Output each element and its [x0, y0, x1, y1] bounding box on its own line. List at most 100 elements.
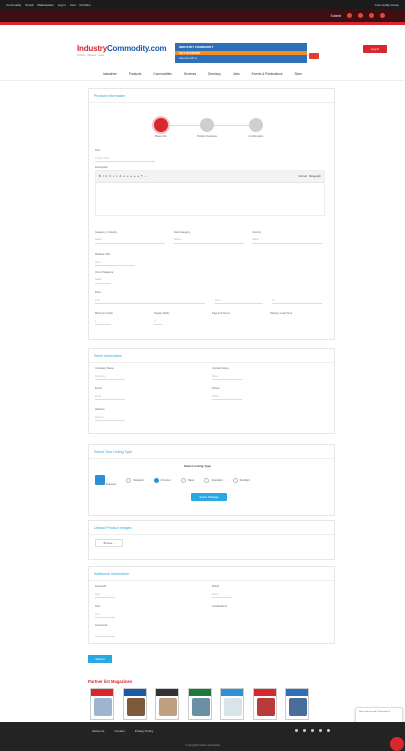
instagram-icon[interactable] [327, 729, 330, 732]
linkedin-icon[interactable] [369, 13, 374, 18]
listing-option-spotlight[interactable]: Spotlight [232, 477, 250, 483]
price-to-input[interactable]: To [272, 298, 322, 304]
title-input[interactable]: Product name [95, 156, 155, 162]
justify-button[interactable]: ≡ [134, 175, 136, 178]
country-select[interactable]: Select... [252, 238, 322, 244]
chat-icon[interactable] [390, 737, 404, 751]
listing-option-premium[interactable]: Premium [153, 477, 171, 483]
youtube-icon[interactable] [319, 729, 322, 732]
align-right-button[interactable]: ≡ [130, 175, 132, 178]
subscript-button[interactable]: x [113, 175, 114, 178]
ad-banner[interactable]: INDUSTRY COMMODITY GET STARTED Advertise… [175, 43, 307, 63]
supply-input[interactable]: 0 [154, 319, 162, 325]
contact-input[interactable]: Name [212, 374, 242, 380]
magazine-cover[interactable] [90, 688, 114, 720]
step-2-indicator[interactable] [200, 118, 214, 132]
italic-button[interactable]: I [103, 175, 104, 178]
paragraph-dropdown[interactable]: Paragraph [309, 175, 321, 178]
nav-item-services[interactable]: Services [184, 72, 196, 76]
company-input[interactable]: Company [95, 374, 125, 380]
submit-button[interactable]: Submit [88, 655, 112, 663]
cover-photo [159, 698, 177, 716]
more-button[interactable]: ⋯ [144, 175, 147, 178]
select-package-button[interactable]: Select Package [191, 493, 227, 501]
align-left-button[interactable]: ≡ [123, 175, 125, 178]
tab-item-1[interactable]: Social [25, 3, 33, 7]
nav-item-events[interactable]: Events & Publications [252, 72, 283, 76]
listing-option-standard[interactable]: Standard [126, 477, 144, 483]
nav-item-store[interactable]: Store [294, 72, 302, 76]
magazine-cover[interactable] [252, 688, 277, 720]
magazine-cover[interactable] [122, 688, 147, 720]
website-input[interactable]: http:// [95, 260, 135, 266]
browse-files-button[interactable]: Browse... [95, 539, 123, 547]
underline-button[interactable]: U [105, 175, 107, 178]
brand-input[interactable]: Brand [212, 592, 232, 598]
top-bar: Commodity Social Marketplace Log in Cart… [0, 0, 405, 22]
footer-link-about[interactable]: About Us [92, 729, 104, 733]
tab-item-4[interactable]: Cart [70, 3, 76, 7]
login-button[interactable]: Log In [363, 45, 387, 53]
group-label[interactable]: Commodity Group [375, 3, 399, 7]
min-order-input[interactable]: 0 [95, 319, 111, 325]
tab-item-5[interactable]: Portfolio [80, 3, 91, 7]
listing-option-featured[interactable]: Featured [95, 474, 116, 486]
magazine-cover[interactable] [285, 688, 309, 720]
banner-line-2: GET STARTED [179, 51, 200, 55]
format-dropdown[interactable]: Format [299, 175, 307, 178]
nav-item-jobs[interactable]: Jobs [233, 72, 240, 76]
comments-input[interactable] [95, 631, 115, 637]
cover-masthead [123, 689, 146, 696]
contact-label: Contact Name [212, 367, 229, 370]
divider [89, 362, 334, 363]
twitter-icon[interactable] [358, 13, 363, 18]
step-2-label: Product Features [197, 135, 217, 138]
site-logo[interactable]: IndustryCommodity.com [77, 44, 167, 53]
magazine-cover[interactable] [155, 688, 179, 720]
step-3-indicator[interactable] [249, 118, 263, 132]
tab-item-3[interactable]: Log in [58, 3, 66, 7]
step-1-indicator[interactable] [154, 118, 168, 132]
cover-masthead [156, 689, 178, 696]
price-input[interactable]: 0.00 [95, 298, 205, 304]
listing-option-classified[interactable]: Classified [204, 477, 223, 483]
align-center-button[interactable]: ≡ [127, 175, 129, 178]
subcategory-label: Sub-Category [174, 231, 191, 234]
footer-link-privacy[interactable]: Privacy Policy [135, 729, 154, 733]
address-input[interactable]: Address [95, 415, 125, 421]
facebook-icon[interactable] [347, 13, 352, 18]
bold-button[interactable]: B [99, 175, 101, 178]
tab-item-0[interactable]: Commodity [6, 3, 21, 7]
facebook-icon[interactable] [295, 729, 298, 732]
listing-option-basic[interactable]: Basic [181, 477, 194, 483]
paragraph-button[interactable]: ¶ [141, 175, 142, 178]
twitter-icon[interactable] [303, 729, 306, 732]
email-input[interactable]: Email [95, 394, 125, 400]
description-editor[interactable]: B I U S x x A ≡ ≡ ≡ ≡ ≡ ¶ ⋯ Format Parag… [95, 170, 325, 216]
magazine-cover[interactable] [187, 688, 212, 720]
nav-item-commodities[interactable]: Commodities [153, 72, 172, 76]
tab-item-2[interactable]: Marketplace [37, 3, 53, 7]
superscript-button[interactable]: x [116, 175, 117, 178]
phone-input[interactable]: Phone [212, 394, 242, 400]
footer-link-contact[interactable]: Contact [114, 729, 124, 733]
nav-item-directory[interactable]: Directory [208, 72, 221, 76]
nav-item-products[interactable]: Products [129, 72, 142, 76]
strike-button[interactable]: S [109, 175, 111, 178]
youtube-icon[interactable] [380, 13, 385, 18]
magazine-cover[interactable] [220, 688, 244, 720]
category-select[interactable]: Select... [95, 238, 165, 244]
sku-input[interactable]: SKU [95, 612, 115, 618]
logo-tagline: Industry · Markets · News [77, 54, 105, 57]
units-select[interactable]: Select [95, 278, 111, 284]
list-button[interactable]: ≡ [137, 175, 139, 178]
font-color-button[interactable]: A [120, 175, 122, 178]
section-title-additional: Additional Information [94, 572, 129, 576]
description-label: Description [95, 166, 108, 169]
linkedin-icon[interactable] [311, 729, 314, 732]
subcategory-select[interactable]: Select... [174, 238, 244, 244]
price-from-input[interactable]: From [215, 298, 263, 304]
util-link-submit[interactable]: Submit [330, 14, 341, 18]
keywords-input[interactable]: Tags [95, 592, 115, 598]
nav-item-industries[interactable]: Industries [103, 72, 117, 76]
